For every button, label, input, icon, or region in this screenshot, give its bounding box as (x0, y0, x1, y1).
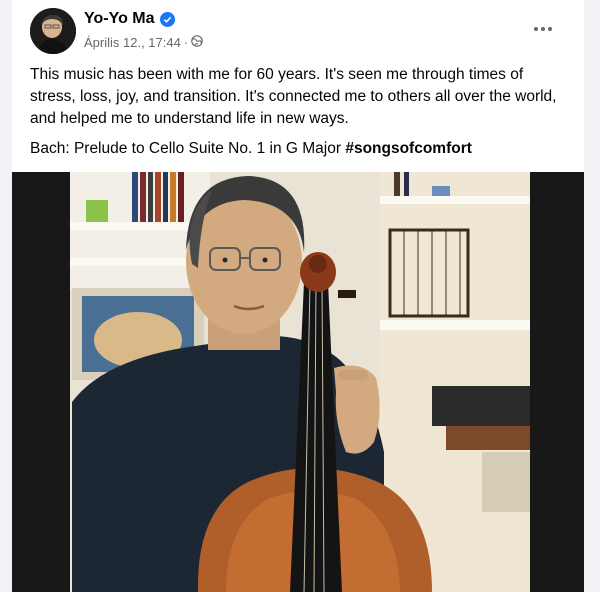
verified-badge-icon (159, 11, 175, 27)
hashtag-link[interactable]: #songsofcomfort (345, 140, 472, 157)
author-name[interactable]: Yo-Yo Ma (84, 10, 155, 28)
avatar[interactable] (30, 8, 76, 54)
post-header: Yo-Yo Ma Április 12., 17:44 · (12, 0, 584, 58)
author-line: Yo-Yo Ma (84, 10, 175, 28)
dot-icon (541, 27, 545, 31)
video-player[interactable] (12, 172, 584, 592)
more-options-icon[interactable] (528, 14, 558, 44)
globe-icon[interactable] (191, 35, 203, 50)
dot-icon (548, 27, 552, 31)
post-timestamp[interactable]: Április 12., 17:44 (84, 35, 181, 50)
post-piece-line: Bach: Prelude to Cello Suite No. 1 in G … (30, 138, 560, 160)
piece-title: Bach: Prelude to Cello Suite No. 1 in G … (30, 140, 342, 157)
post-text: This music has been with me for 60 years… (30, 64, 560, 168)
post-meta: Április 12., 17:44 · (84, 35, 203, 50)
facebook-post: Yo-Yo Ma Április 12., 17:44 · This music (12, 0, 584, 592)
video-frame (12, 172, 584, 592)
dot-icon (534, 27, 538, 31)
meta-separator: · (183, 35, 189, 50)
post-body: This music has been with me for 60 years… (30, 66, 557, 127)
